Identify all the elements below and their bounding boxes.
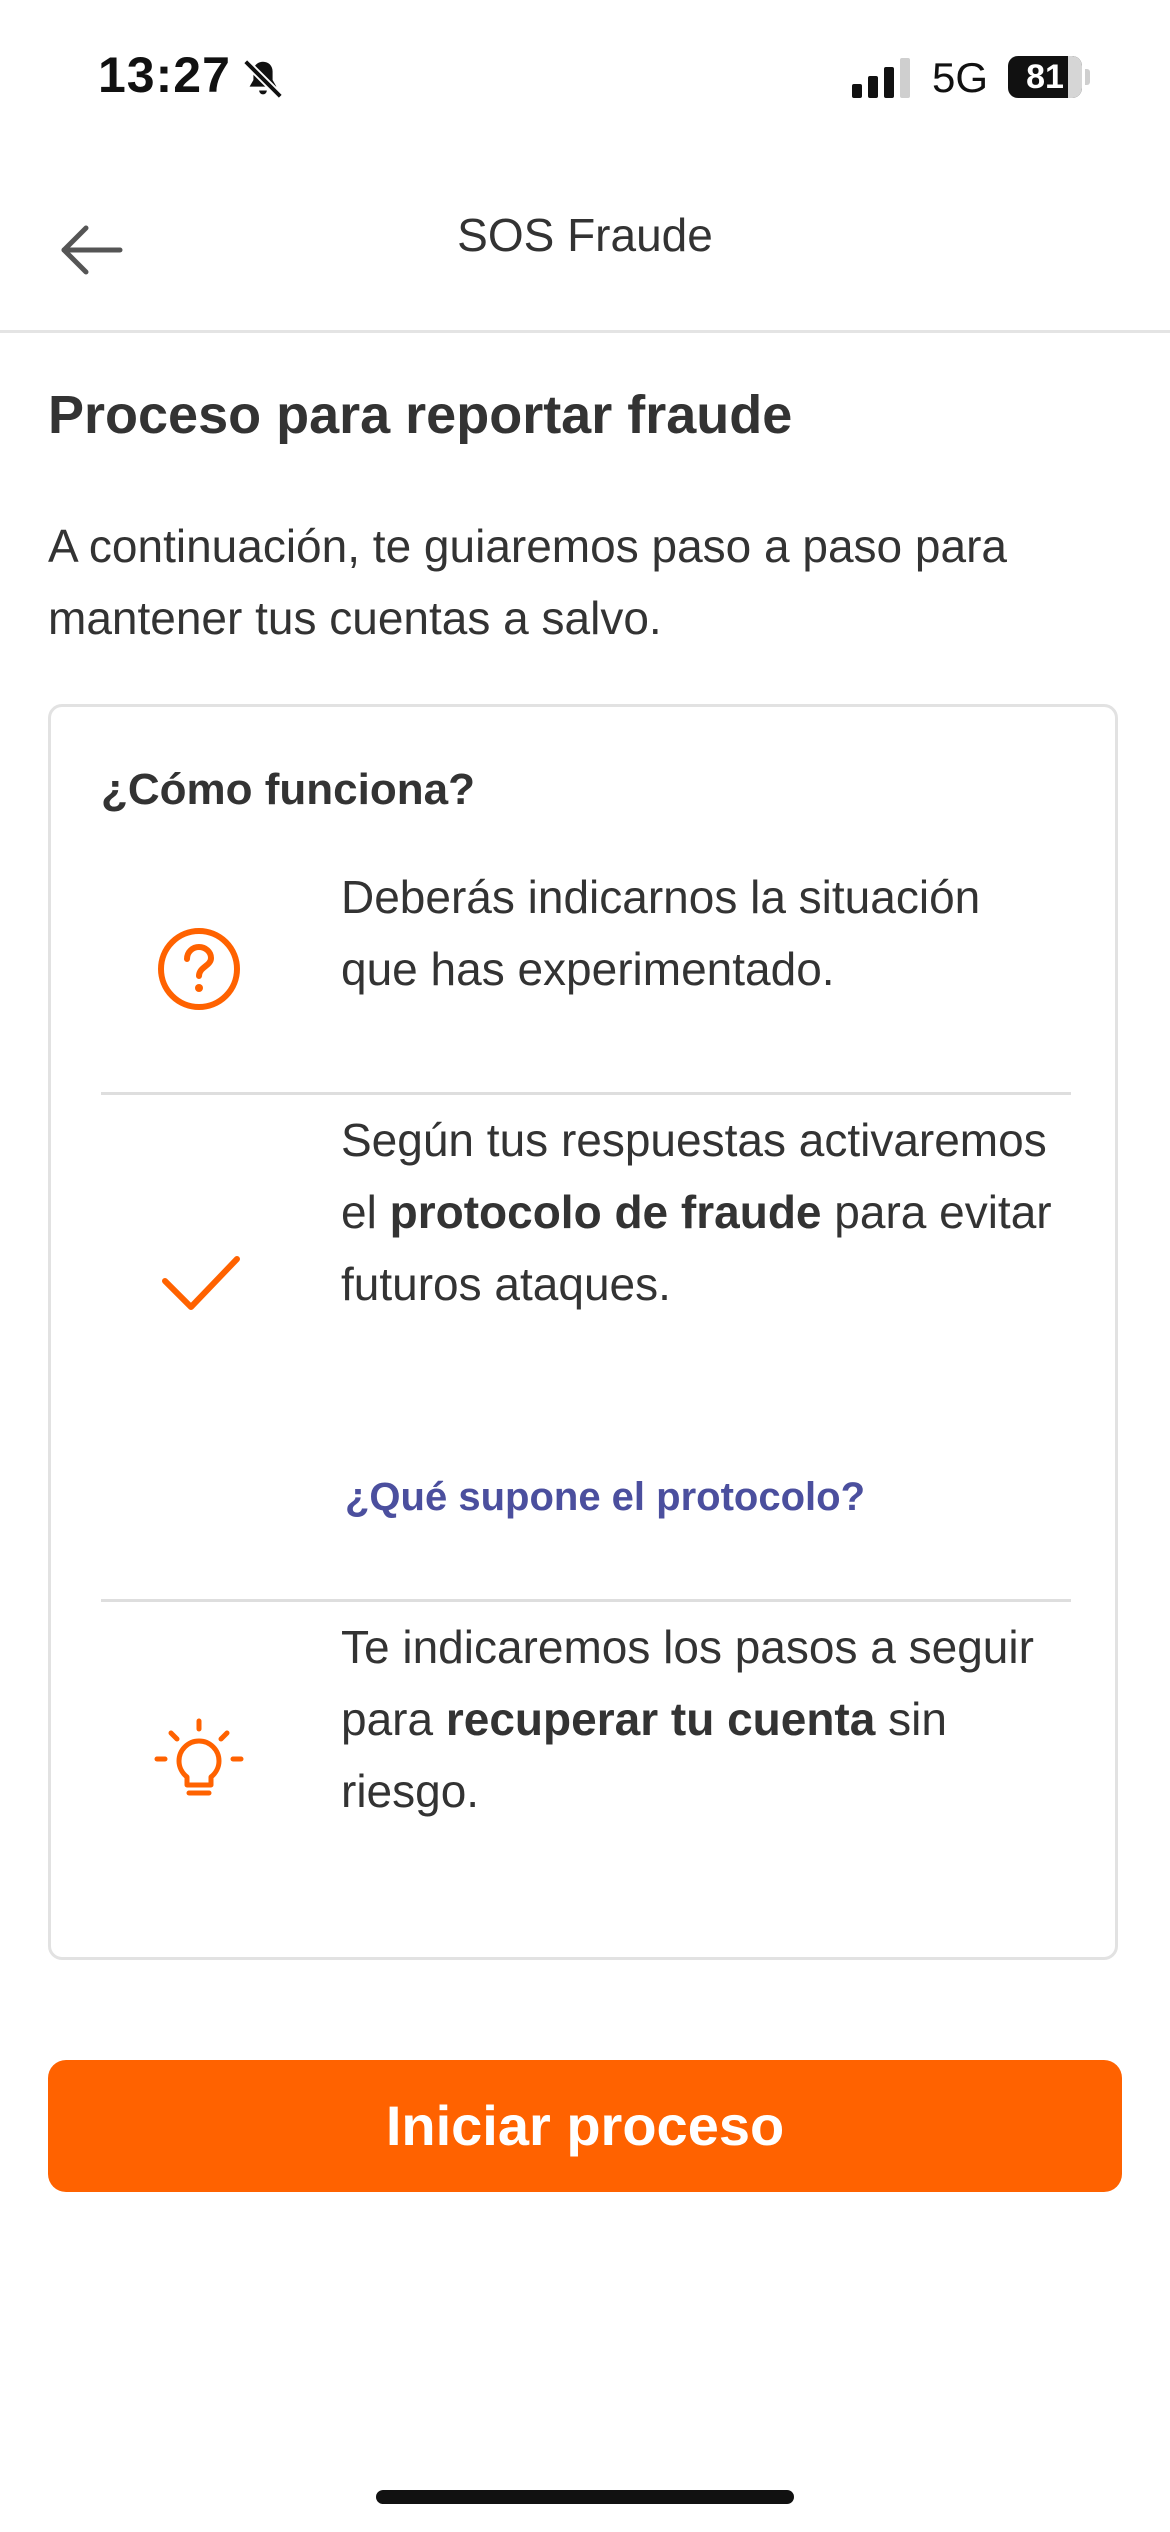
status-time: 13:27 xyxy=(98,47,231,103)
protocol-info-link[interactable]: ¿Qué supone el protocolo? xyxy=(345,1475,865,1520)
step-1-text: Deberás indicarnos la situación que has … xyxy=(341,871,981,995)
step-3-bold: recuperar tu cuenta xyxy=(445,1693,876,1745)
question-circle-icon xyxy=(158,928,240,1010)
arrow-left-icon[interactable] xyxy=(50,208,134,292)
status-bar: 13:27 5G 81 xyxy=(0,0,1170,150)
navigation-bar: SOS Fraude xyxy=(0,170,1170,333)
intro-text: A continuación, te guiaremos paso a paso… xyxy=(48,520,1007,644)
battery-level: 81 xyxy=(1026,58,1064,96)
bell-slash-icon xyxy=(243,59,283,99)
cellular-signal-icon xyxy=(852,58,910,98)
how-it-works-card: ¿Cómo funciona? Deberás indicarnos la si… xyxy=(48,704,1118,1960)
lightbulb-icon xyxy=(154,1718,244,1796)
step-divider xyxy=(101,1599,1071,1602)
home-indicator xyxy=(376,2490,794,2504)
step-2-text: Según tus respuestas activaremos el prot… xyxy=(341,1114,1052,1310)
network-type: 5G xyxy=(932,54,989,101)
step-3-text: Te indicaremos los pasos a seguir para r… xyxy=(341,1621,1034,1817)
nav-title: SOS Fraude xyxy=(457,209,713,261)
card-title: ¿Cómo funciona? xyxy=(101,765,475,814)
page-title: Proceso para reportar fraude xyxy=(48,385,793,445)
battery-indicator: 81 xyxy=(1008,56,1090,98)
checkmark-icon xyxy=(162,1256,240,1310)
step-divider xyxy=(101,1092,1071,1095)
start-process-button[interactable]: Iniciar proceso xyxy=(48,2060,1122,2192)
step-2-bold: protocolo de fraude xyxy=(389,1186,822,1238)
